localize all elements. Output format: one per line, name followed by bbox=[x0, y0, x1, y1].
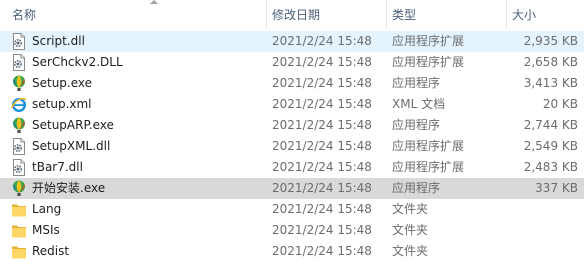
column-header-type[interactable]: 类型 bbox=[386, 0, 506, 29]
file-name: MSIs bbox=[32, 223, 60, 237]
file-date: 2021/2/24 15:48 bbox=[272, 139, 372, 153]
file-date: 2021/2/24 15:48 bbox=[272, 160, 372, 174]
column-header-bar: 名称 修改日期 类型 大小 bbox=[0, 0, 584, 30]
file-name: Lang bbox=[32, 202, 62, 216]
file-date: 2021/2/24 15:48 bbox=[272, 97, 372, 111]
folder-icon bbox=[11, 243, 27, 260]
file-date: 2021/2/24 15:48 bbox=[272, 118, 372, 132]
file-date: 2021/2/24 15:48 bbox=[272, 223, 372, 237]
file-type: 文件夹 bbox=[392, 244, 429, 258]
file-size: 2,744 KB bbox=[523, 118, 578, 132]
file-row[interactable]: Setup.exe 2021/2/24 15:48 应用程序 3,413 KB bbox=[0, 73, 584, 94]
dll-gear-icon bbox=[11, 159, 27, 176]
file-size: 2,935 KB bbox=[523, 34, 578, 48]
file-type: 应用程序 bbox=[392, 181, 441, 195]
file-name: SetupARP.exe bbox=[32, 118, 114, 132]
file-date: 2021/2/24 15:48 bbox=[272, 34, 372, 48]
file-row[interactable]: SetupXML.dll 2021/2/24 15:48 应用程序扩展 2,54… bbox=[0, 136, 584, 157]
ie-xml-icon bbox=[11, 96, 27, 113]
folder-row[interactable]: MSIs 2021/2/24 15:48 文件夹 bbox=[0, 220, 584, 241]
folder-row[interactable]: Lang 2021/2/24 15:48 文件夹 bbox=[0, 199, 584, 220]
file-name: setup.xml bbox=[32, 97, 92, 111]
file-size: 2,549 KB bbox=[523, 139, 578, 153]
coreldraw-balloon-icon bbox=[11, 75, 27, 92]
file-name: Script.dll bbox=[32, 34, 85, 48]
file-list: Script.dll 2021/2/24 15:48 应用程序扩展 2,935 … bbox=[0, 31, 584, 262]
file-size: 2,483 KB bbox=[523, 160, 578, 174]
folder-icon bbox=[11, 201, 27, 218]
file-type: 应用程序 bbox=[392, 118, 441, 132]
file-date: 2021/2/24 15:48 bbox=[272, 76, 372, 90]
file-type: 应用程序扩展 bbox=[392, 160, 465, 174]
column-header-name[interactable]: 名称 bbox=[0, 0, 266, 29]
file-type: 应用程序扩展 bbox=[392, 34, 465, 48]
file-date: 2021/2/24 15:48 bbox=[272, 55, 372, 69]
file-row[interactable]: Script.dll 2021/2/24 15:48 应用程序扩展 2,935 … bbox=[0, 31, 584, 52]
file-row[interactable]: 开始安装.exe 2021/2/24 15:48 应用程序 337 KB bbox=[0, 178, 584, 199]
column-header-size[interactable]: 大小 bbox=[506, 0, 584, 29]
file-type: 应用程序扩展 bbox=[392, 139, 465, 153]
file-name: Setup.exe bbox=[32, 76, 93, 90]
file-name: Redist bbox=[32, 244, 70, 258]
folder-icon bbox=[11, 222, 27, 239]
file-type: 应用程序 bbox=[392, 76, 441, 90]
sort-ascending-icon bbox=[150, 0, 158, 4]
folder-row[interactable]: Redist 2021/2/24 15:48 文件夹 bbox=[0, 241, 584, 262]
file-type: 文件夹 bbox=[392, 202, 429, 216]
file-row[interactable]: SetupARP.exe 2021/2/24 15:48 应用程序 2,744 … bbox=[0, 115, 584, 136]
file-type: 文件夹 bbox=[392, 223, 429, 237]
file-name: SetupXML.dll bbox=[32, 139, 111, 153]
file-date: 2021/2/24 15:48 bbox=[272, 181, 372, 195]
file-size: 3,413 KB bbox=[523, 76, 578, 90]
coreldraw-balloon-icon bbox=[11, 117, 27, 134]
file-size: 2,658 KB bbox=[523, 55, 578, 69]
dll-gear-icon bbox=[11, 54, 27, 71]
coreldraw-balloon-icon bbox=[11, 180, 27, 197]
file-name: tBar7.dll bbox=[32, 160, 83, 174]
file-row[interactable]: SerChckv2.DLL 2021/2/24 15:48 应用程序扩展 2,6… bbox=[0, 52, 584, 73]
column-header-date[interactable]: 修改日期 bbox=[266, 0, 386, 29]
file-size: 337 KB bbox=[535, 181, 578, 195]
file-size: 20 KB bbox=[542, 97, 578, 111]
file-name: 开始安装.exe bbox=[32, 181, 106, 195]
file-row[interactable]: tBar7.dll 2021/2/24 15:48 应用程序扩展 2,483 K… bbox=[0, 157, 584, 178]
file-type: 应用程序扩展 bbox=[392, 55, 465, 69]
dll-gear-icon bbox=[11, 33, 27, 50]
file-date: 2021/2/24 15:48 bbox=[272, 244, 372, 258]
file-row[interactable]: setup.xml 2021/2/24 15:48 XML 文档 20 KB bbox=[0, 94, 584, 115]
file-type: XML 文档 bbox=[392, 97, 446, 111]
file-name: SerChckv2.DLL bbox=[32, 55, 123, 69]
file-date: 2021/2/24 15:48 bbox=[272, 202, 372, 216]
dll-gear-icon bbox=[11, 138, 27, 155]
